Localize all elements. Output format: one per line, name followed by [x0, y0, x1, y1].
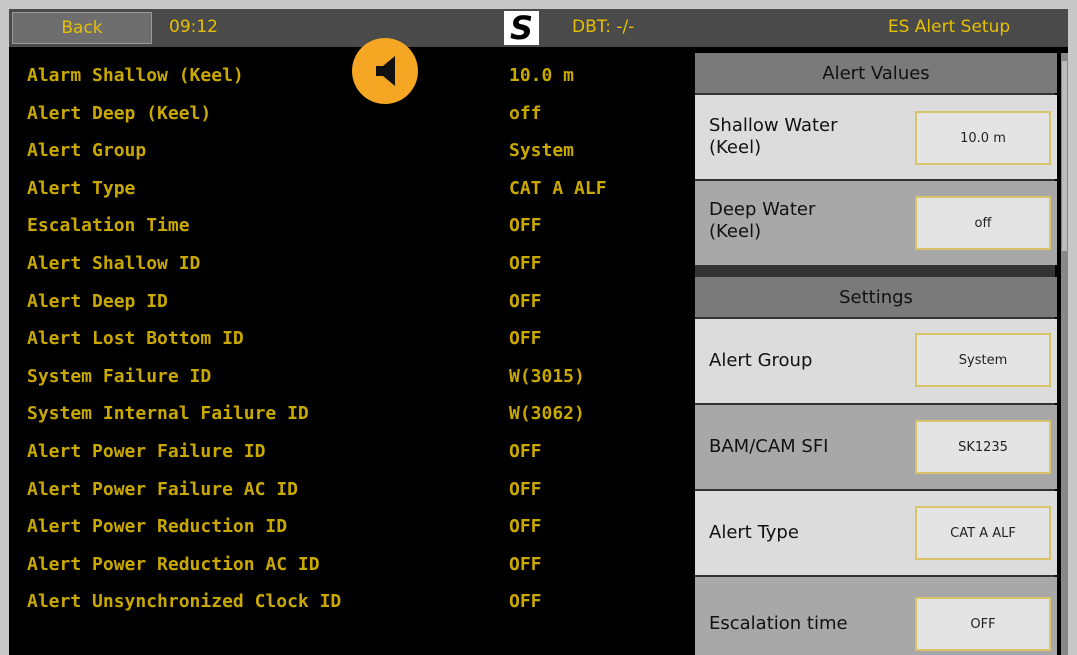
list-item-label: Alert Shallow ID: [27, 253, 201, 274]
list-item-label: Alert Power Reduction AC ID: [27, 554, 320, 575]
list-item-label: System Internal Failure ID: [27, 403, 309, 424]
dbt-readout: DBT: -/-: [572, 17, 635, 37]
list-item: Alert Power Failure AC ID OFF: [9, 479, 694, 517]
list-item-label: Alert Group: [27, 140, 147, 161]
shallow-water-row: Shallow Water (Keel) 10.0 m: [695, 95, 1057, 179]
list-item-value: off: [509, 103, 542, 124]
list-item: System Failure ID W(3015): [9, 366, 694, 404]
alert-values-header: Alert Values: [695, 53, 1057, 93]
top-bar: Back 09:12 S DBT: -/- ES Alert Setup: [9, 9, 1068, 47]
list-item-value: OFF: [509, 253, 542, 274]
list-item: Alert Deep ID OFF: [9, 291, 694, 329]
list-item-value: OFF: [509, 441, 542, 462]
list-item-value: W(3062): [509, 403, 585, 424]
list-item: Alert Type CAT A ALF: [9, 178, 694, 216]
speaker-button[interactable]: [352, 38, 418, 104]
alert-type-button[interactable]: CAT A ALF: [915, 506, 1051, 560]
list-item-value: OFF: [509, 215, 542, 236]
clock: 09:12: [169, 17, 218, 37]
list-item: Alert Group System: [9, 140, 694, 178]
list-item-label: Alarm Shallow (Keel): [27, 65, 244, 86]
list-item-label: Alert Power Failure AC ID: [27, 479, 298, 500]
escalation-time-button[interactable]: OFF: [915, 597, 1051, 651]
list-item-label: Alert Deep (Keel): [27, 103, 212, 124]
list-item-label: Alert Lost Bottom ID: [27, 328, 244, 349]
list-item-value: OFF: [509, 554, 542, 575]
escalation-time-label: Escalation time: [709, 613, 848, 634]
list-item: Alert Power Reduction AC ID OFF: [9, 554, 694, 592]
list-item-value: CAT A ALF: [509, 178, 607, 199]
shallow-water-label: Shallow Water (Keel): [709, 115, 838, 158]
shallow-water-button[interactable]: 10.0 m: [915, 111, 1051, 165]
app-window: Back 09:12 S DBT: -/- ES Alert Setup Ala…: [9, 9, 1068, 655]
list-item: Alert Power Failure ID OFF: [9, 441, 694, 479]
alert-group-row: Alert Group System: [695, 319, 1057, 403]
alert-group-label: Alert Group: [709, 350, 813, 371]
deep-water-button[interactable]: off: [915, 196, 1051, 250]
escalation-time-row: Escalation time OFF: [695, 577, 1057, 655]
list-item-label: Alert Type: [27, 178, 136, 199]
list-item-label: Alert Power Reduction ID: [27, 516, 288, 537]
list-item-label: Alert Power Failure ID: [27, 441, 266, 462]
list-item-label: System Failure ID: [27, 366, 212, 387]
list-item: Alert Power Reduction ID OFF: [9, 516, 694, 554]
deep-water-label: Deep Water (Keel): [709, 199, 816, 242]
screen-title: ES Alert Setup: [887, 17, 1011, 37]
speaker-icon: [376, 56, 395, 86]
list-item: Escalation Time OFF: [9, 215, 694, 253]
list-item: Alert Lost Bottom ID OFF: [9, 328, 694, 366]
bam-cam-sfi-label: BAM/CAM SFI: [709, 436, 829, 457]
right-panel: Alert Values Shallow Water (Keel) 10.0 m…: [695, 53, 1057, 655]
list-item-value: OFF: [509, 591, 542, 612]
list-item-value: 10.0 m: [509, 65, 575, 86]
list-item-value: OFF: [509, 479, 542, 500]
alert-type-label: Alert Type: [709, 522, 799, 543]
scrollbar-thumb[interactable]: [1062, 61, 1067, 251]
list-item-value: System: [509, 140, 575, 161]
list-item: Alert Unsynchronized Clock ID OFF: [9, 591, 694, 629]
list-item-value: OFF: [509, 291, 542, 312]
list-item: Alert Shallow ID OFF: [9, 253, 694, 291]
alert-group-button[interactable]: System: [915, 333, 1051, 387]
list-item-value: OFF: [509, 328, 542, 349]
list-item-value: OFF: [509, 516, 542, 537]
deep-water-row: Deep Water (Keel) off: [695, 181, 1057, 265]
list-item-label: Escalation Time: [27, 215, 190, 236]
back-button[interactable]: Back: [12, 12, 152, 44]
list-item-label: Alert Deep ID: [27, 291, 168, 312]
list-item-label: Alert Unsynchronized Clock ID: [27, 591, 342, 612]
list-item: System Internal Failure ID W(3062): [9, 403, 694, 441]
bam-cam-sfi-button[interactable]: SK1235: [915, 420, 1051, 474]
settings-header: Settings: [695, 277, 1057, 317]
logo: S: [504, 11, 539, 45]
list-item-value: W(3015): [509, 366, 585, 387]
bam-cam-sfi-row: BAM/CAM SFI SK1235: [695, 405, 1057, 489]
alert-type-row: Alert Type CAT A ALF: [695, 491, 1057, 575]
list-item: Alert Deep (Keel) off: [9, 103, 694, 141]
